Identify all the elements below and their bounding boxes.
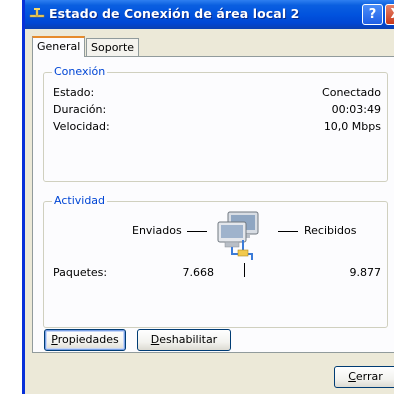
properties-button-label: ropiedades: [57, 333, 119, 346]
sent-packets-value: 7.668: [182, 266, 215, 279]
network-connection-icon: [29, 6, 45, 22]
sent-label: Enviados: [132, 224, 182, 237]
connection-group-title: Conexión: [52, 65, 108, 78]
received-packets-value: 9.877: [349, 266, 382, 279]
status-label: Estado:: [53, 86, 95, 99]
tab-soporte[interactable]: Soporte: [86, 38, 140, 56]
tab-general[interactable]: General: [32, 36, 86, 57]
connection-status-window: Estado de Conexión de área local 2 ? X G…: [22, 0, 394, 394]
tab-panel-general: Conexión Estado: Conectado Duración: 00:…: [32, 56, 394, 353]
sent-line: [187, 231, 207, 232]
close-button[interactable]: Cerrar: [334, 366, 394, 388]
packets-label: Paquetes:: [53, 266, 108, 279]
title-bar[interactable]: Estado de Conexión de área local 2 ? X: [25, 0, 394, 29]
speed-label: Velocidad:: [53, 120, 110, 133]
duration-label: Duración:: [53, 103, 107, 116]
disable-button-accel: D: [150, 333, 160, 346]
window-title: Estado de Conexión de área local 2: [49, 6, 300, 21]
properties-button[interactable]: Propiedades: [44, 329, 126, 351]
received-line: [278, 231, 298, 232]
status-value: Conectado: [322, 86, 381, 99]
help-button[interactable]: ?: [362, 4, 383, 25]
network-computers-icon: [214, 210, 268, 264]
duration-value: 00:03:49: [331, 103, 381, 116]
packets-divider: [244, 263, 245, 277]
connection-group: Conexión Estado: Conectado Duración: 00:…: [43, 65, 388, 182]
close-button-accel: C: [348, 370, 356, 383]
disable-button-label: eshabilitar: [159, 333, 218, 346]
speed-value: 10,0 Mbps: [323, 120, 381, 133]
received-label: Recibidos: [304, 224, 357, 237]
activity-group-title: Actividad: [52, 194, 108, 207]
activity-group: Actividad Enviados Recibidos Paquetes: 7…: [43, 194, 388, 328]
close-window-button[interactable]: X: [385, 4, 394, 25]
close-button-label: errar: [355, 370, 383, 383]
disable-button[interactable]: Deshabilitar: [137, 329, 231, 351]
